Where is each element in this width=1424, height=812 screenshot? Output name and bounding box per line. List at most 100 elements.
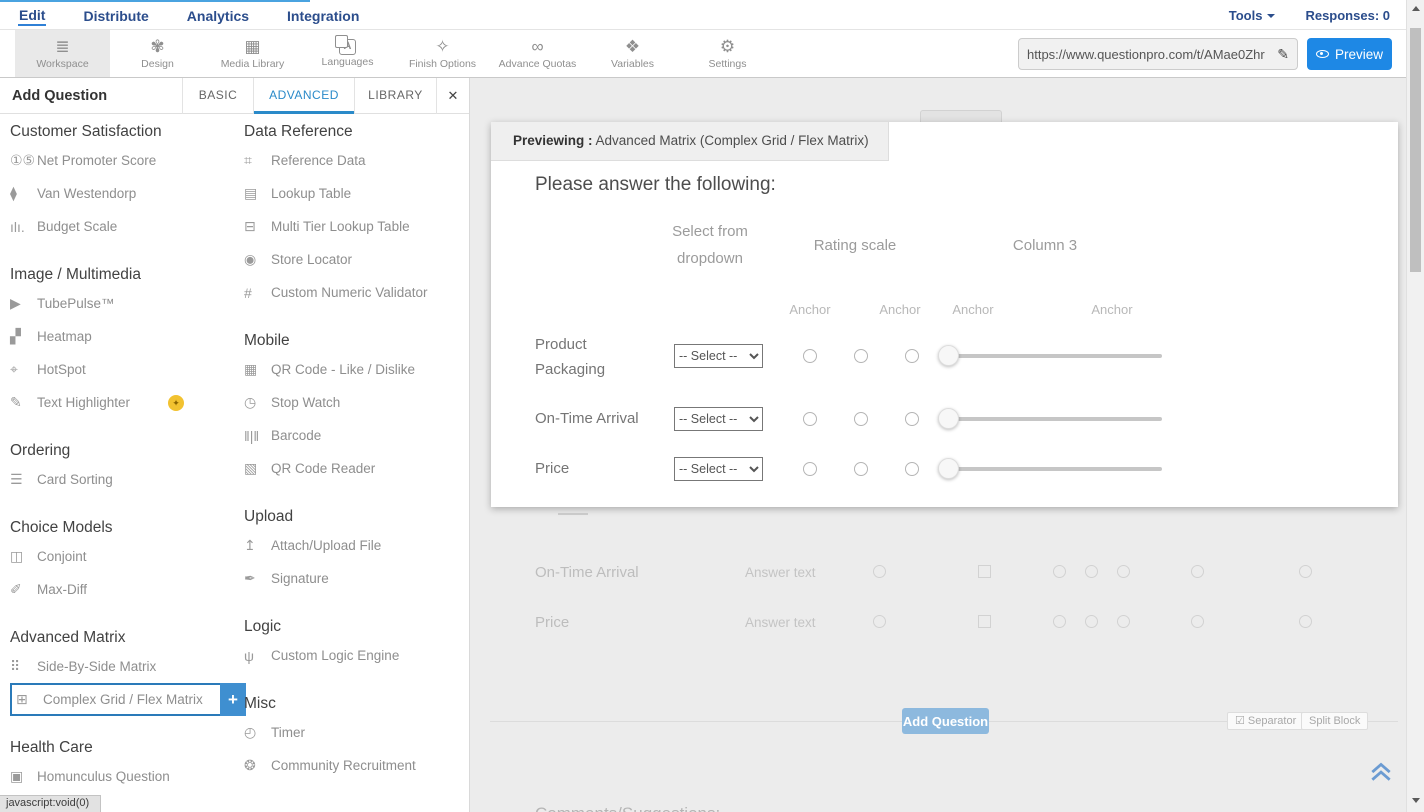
item-homunculus-question[interactable]: ▣ Homunculus Question xyxy=(10,760,236,793)
item-card-sorting[interactable]: ☰ Card Sorting xyxy=(10,463,236,496)
scrollbar-thumb[interactable] xyxy=(1410,28,1421,272)
item-multi-tier-lookup-table[interactable]: ⊟ Multi Tier Lookup Table xyxy=(244,210,470,243)
toolbar-media-library[interactable]: ▦ Media Library xyxy=(205,30,300,77)
scrollbar-down-arrow-icon[interactable] xyxy=(1412,798,1420,803)
comments-suggestions-label: Comments/Suggestions: xyxy=(535,804,720,812)
responses-count[interactable]: Responses: 0 xyxy=(1305,8,1390,23)
tab-basic[interactable]: BASIC xyxy=(182,78,253,114)
ghost-row-label: On-Time Arrival xyxy=(535,564,639,581)
item-lookup-table[interactable]: ▤ Lookup Table xyxy=(244,177,470,210)
finish-options-icon: ✧ xyxy=(435,37,449,57)
item-community-recruitment[interactable]: ❂ Community Recruitment xyxy=(244,749,470,782)
row-dropdown[interactable]: -- Select -- xyxy=(674,407,763,431)
slider-handle[interactable] xyxy=(938,408,959,429)
toolbar-settings[interactable]: ⚙ Settings xyxy=(680,30,775,77)
item-signature[interactable]: ✒ Signature xyxy=(244,562,470,595)
rating-radio[interactable] xyxy=(854,349,868,363)
split-block-button[interactable]: Split Block xyxy=(1301,712,1368,730)
upload-icon: ↥ xyxy=(244,537,271,554)
slider-handle[interactable] xyxy=(938,458,959,479)
item-attach-upload-file[interactable]: ↥ Attach/Upload File xyxy=(244,529,470,562)
item-complex-grid-flex-matrix[interactable]: ⊞ Complex Grid / Flex Matrix + xyxy=(10,683,222,716)
item-qr-code-like-dislike[interactable]: ▦ QR Code - Like / Dislike xyxy=(244,353,470,386)
ghost-radio xyxy=(1191,565,1204,578)
item-budget-scale[interactable]: ılı. Budget Scale xyxy=(10,210,236,243)
rating-radio[interactable] xyxy=(803,412,817,426)
scroll-to-top-icon[interactable] xyxy=(1368,758,1394,784)
section-title: Data Reference xyxy=(244,120,470,144)
item-reference-data[interactable]: ⌗ Reference Data xyxy=(244,144,470,177)
matrix-row-label: Product Packaging xyxy=(535,332,660,382)
slider-track[interactable] xyxy=(940,354,1162,358)
nav-distribute[interactable]: Distribute xyxy=(82,5,149,25)
survey-url-input[interactable] xyxy=(1027,47,1273,62)
item-text-highlighter[interactable]: ✎ Text Highlighter ✦ xyxy=(10,386,236,419)
item-hotspot[interactable]: ⌖ HotSpot xyxy=(10,353,236,386)
separator-toggle-button[interactable]: ☑ Separator xyxy=(1227,712,1304,730)
preview-button[interactable]: Preview xyxy=(1307,38,1392,70)
close-icon[interactable]: ✕ xyxy=(436,78,469,114)
rating-radio[interactable] xyxy=(854,462,868,476)
languages-icon: A xyxy=(339,39,356,55)
toolbar-workspace[interactable]: ≣ Workspace xyxy=(15,30,110,77)
tools-menu[interactable]: Tools xyxy=(1229,8,1276,23)
advance-quotas-icon: ∞ xyxy=(531,37,543,57)
item-net-promoter-score[interactable]: ①⑤ Net Promoter Score xyxy=(10,144,236,177)
item-max-diff[interactable]: ✐ Max-Diff xyxy=(10,573,236,606)
section-advanced-matrix: Advanced Matrix ⠿ Side-By-Side Matrix ⊞ … xyxy=(10,626,236,716)
card-sorting-icon: ☰ xyxy=(10,471,37,488)
row-dropdown[interactable]: -- Select -- xyxy=(674,457,763,481)
toolbar-languages[interactable]: A Languages xyxy=(300,30,395,77)
add-question-button[interactable]: Add Question xyxy=(902,708,989,734)
tab-library[interactable]: LIBRARY xyxy=(354,78,436,114)
toolbar-design[interactable]: ✾ Design xyxy=(110,30,205,77)
rating-radio[interactable] xyxy=(905,412,919,426)
bar-chart-icon: ılı. xyxy=(10,219,37,235)
item-custom-logic-engine[interactable]: ψ Custom Logic Engine xyxy=(244,639,470,672)
item-side-by-side-matrix[interactable]: ⠿ Side-By-Side Matrix xyxy=(10,650,236,683)
item-store-locator[interactable]: ◉ Store Locator xyxy=(244,243,470,276)
nav-integration[interactable]: Integration xyxy=(286,5,360,25)
new-feature-badge: ✦ xyxy=(168,395,184,411)
slider-handle[interactable] xyxy=(938,345,959,366)
toolbar-variables[interactable]: ❖ Variables xyxy=(585,30,680,77)
page-scrollbar[interactable] xyxy=(1406,0,1424,812)
item-barcode[interactable]: ‖|‖ Barcode xyxy=(244,419,470,452)
column-header-rating: Rating scale xyxy=(805,232,905,259)
preview-title: Advanced Matrix (Complex Grid / Flex Mat… xyxy=(593,133,869,148)
item-tubepulse[interactable]: ▶ TubePulse™ xyxy=(10,287,236,320)
item-heatmap[interactable]: ▞ Heatmap xyxy=(10,320,236,353)
slider-track[interactable] xyxy=(940,467,1162,471)
item-custom-numeric-validator[interactable]: # Custom Numeric Validator xyxy=(244,276,470,309)
tab-advanced[interactable]: ADVANCED xyxy=(253,78,354,114)
ghost-radio xyxy=(873,615,886,628)
rating-radio[interactable] xyxy=(854,412,868,426)
nav-edit[interactable]: Edit xyxy=(18,4,46,26)
item-van-westendorp[interactable]: ⧫ Van Westendorp xyxy=(10,177,236,210)
rating-radio[interactable] xyxy=(905,349,919,363)
item-stop-watch[interactable]: ◷ Stop Watch xyxy=(244,386,470,419)
scrollbar-up-arrow-icon[interactable] xyxy=(1412,6,1420,11)
toolbar-advance-quotas[interactable]: ∞ Advance Quotas xyxy=(490,30,585,77)
anchor-label: Anchor xyxy=(775,302,845,317)
ghost-radio xyxy=(1053,565,1066,578)
rating-radio[interactable] xyxy=(905,462,919,476)
top-nav: Edit Distribute Analytics Integration To… xyxy=(0,0,1424,30)
rating-radio[interactable] xyxy=(803,349,817,363)
workspace-icon: ≣ xyxy=(55,37,69,57)
nav-analytics[interactable]: Analytics xyxy=(186,5,250,25)
toolbar-finish-options[interactable]: ✧ Finish Options xyxy=(395,30,490,77)
add-complex-grid-button[interactable]: + xyxy=(220,683,246,716)
row-dropdown[interactable]: -- Select -- xyxy=(674,344,763,368)
highlighter-icon: ✎ xyxy=(10,394,37,411)
item-conjoint[interactable]: ◫ Conjoint xyxy=(10,540,236,573)
item-timer[interactable]: ◴ Timer xyxy=(244,716,470,749)
video-icon: ▶ xyxy=(10,295,37,312)
slider-track[interactable] xyxy=(940,417,1162,421)
rating-radio[interactable] xyxy=(803,462,817,476)
section-title: Choice Models xyxy=(10,516,236,540)
item-qr-code-reader[interactable]: ▧ QR Code Reader xyxy=(244,452,470,485)
edit-url-pencil-icon[interactable]: ✎ xyxy=(1277,46,1289,63)
section-health-care: Health Care ▣ Homunculus Question xyxy=(10,736,236,793)
panel-column-1: Customer Satisfaction ①⑤ Net Promoter Sc… xyxy=(10,114,236,793)
